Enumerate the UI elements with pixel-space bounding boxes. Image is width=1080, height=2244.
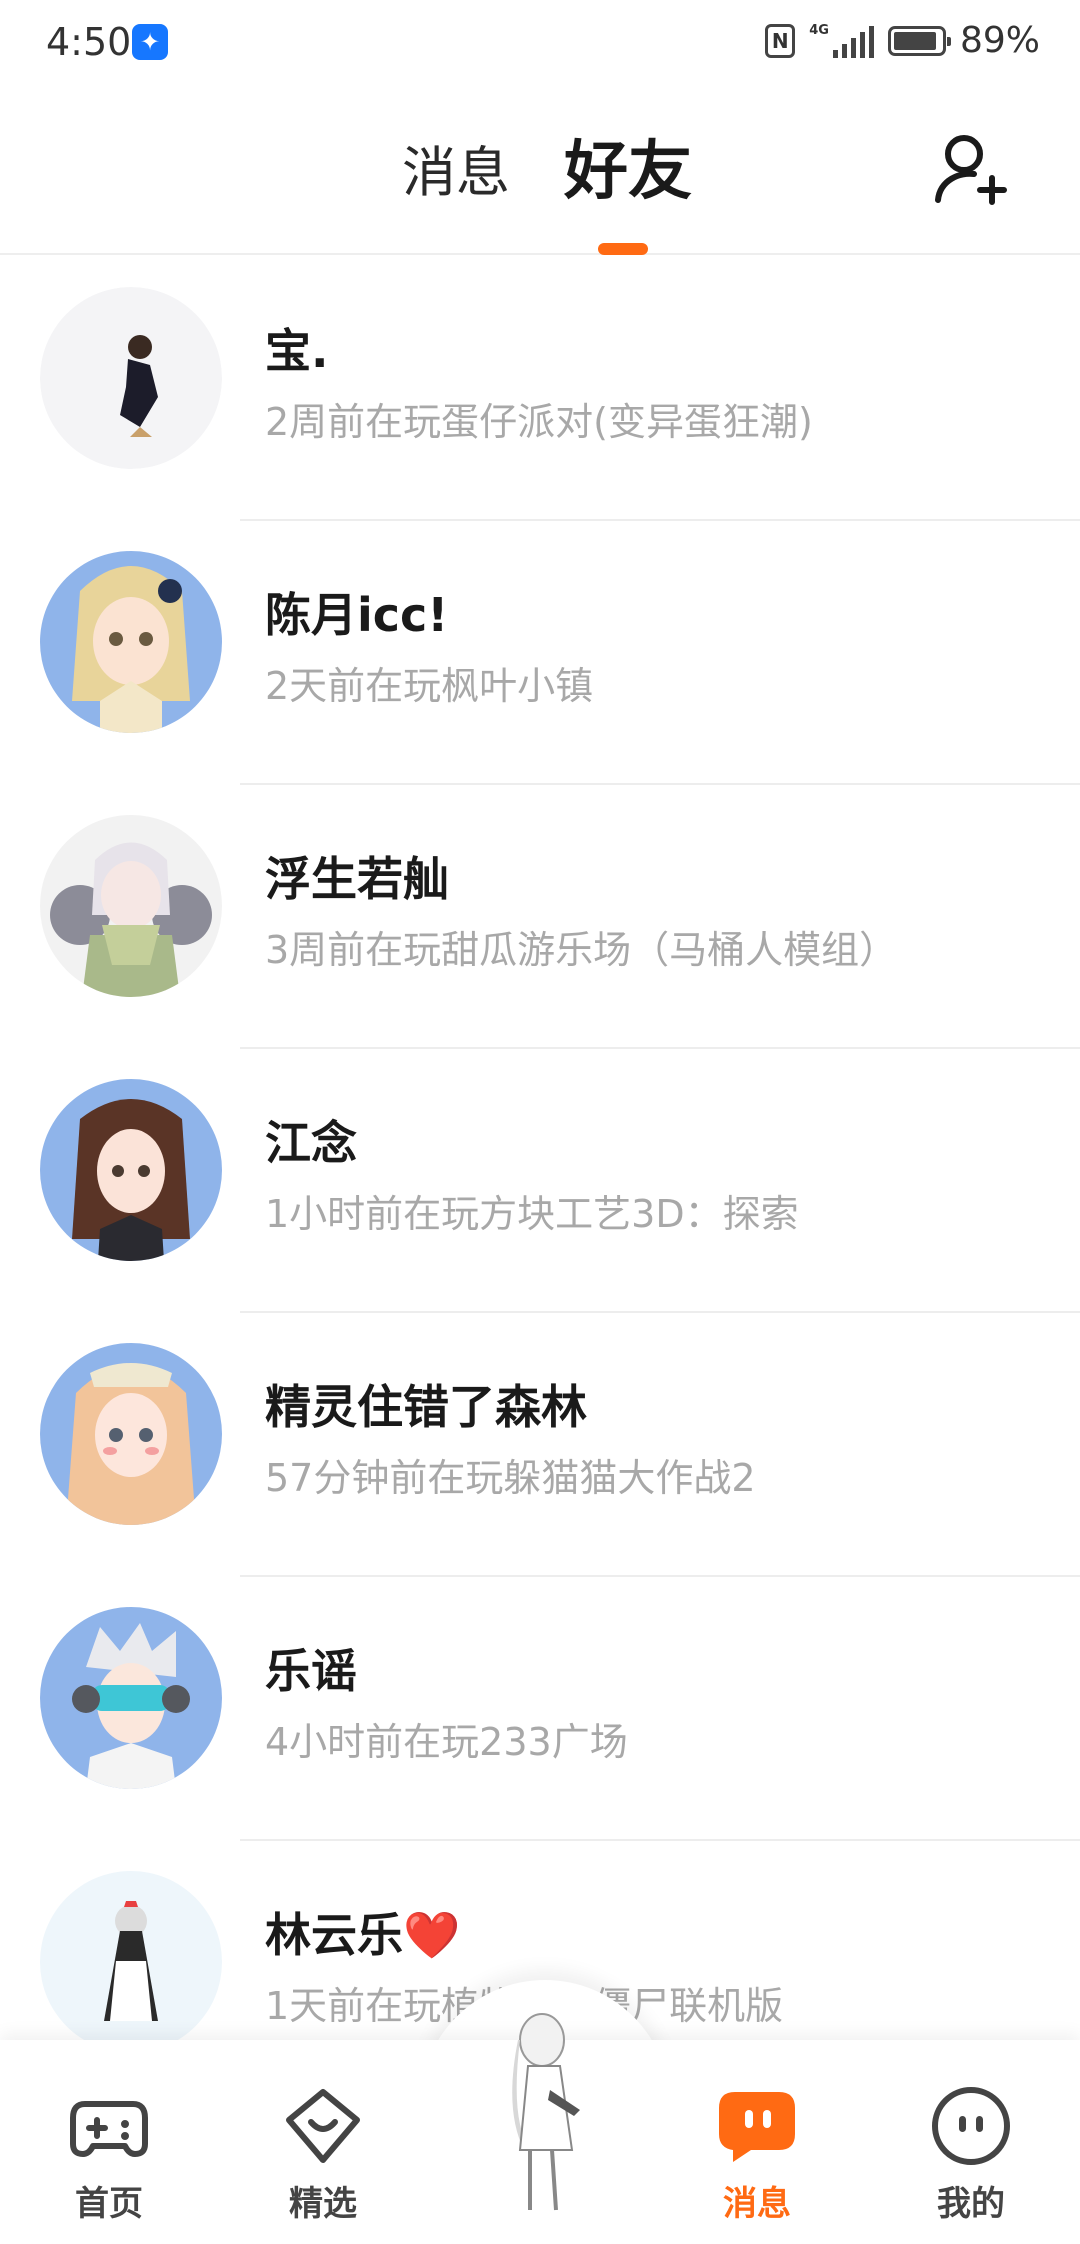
nav-home[interactable]: 首页 bbox=[44, 2084, 174, 2225]
tab-friends[interactable]: 好友 bbox=[564, 120, 692, 212]
active-tab-indicator bbox=[598, 243, 648, 255]
avatar[interactable] bbox=[40, 1343, 222, 1525]
friend-activity: 57分钟前在玩躲猫猫大作战2 bbox=[265, 1456, 756, 1500]
add-user-icon[interactable] bbox=[930, 130, 1010, 210]
nav-home-label: 首页 bbox=[75, 2184, 143, 2224]
friend-name: 精灵住错了森林 bbox=[265, 1380, 587, 1434]
friend-row[interactable]: 宝. 2周前在玩蛋仔派对(变异蛋狂潮) bbox=[0, 257, 1080, 521]
friend-row[interactable]: 陈月icc! 2天前在玩枫叶小镇 bbox=[0, 521, 1080, 785]
friend-name: 宝. bbox=[265, 324, 329, 378]
status-icons: N 4G 89% bbox=[765, 20, 1040, 61]
friend-activity: 2天前在玩枫叶小镇 bbox=[265, 664, 594, 708]
face-icon bbox=[932, 2087, 1010, 2165]
nav-messages[interactable]: 消息 bbox=[692, 2084, 822, 2225]
friend-row[interactable]: 浮生若舢 3周前在玩甜瓜游乐场（马桶人模组） bbox=[0, 785, 1080, 1049]
nfc-icon: N bbox=[765, 23, 796, 58]
friend-name: 乐谣 bbox=[265, 1644, 357, 1698]
battery-percent: 89% bbox=[959, 20, 1040, 61]
message-icon bbox=[719, 2092, 795, 2162]
status-bar: 4:50 ✦ N 4G 89% bbox=[0, 0, 1080, 90]
avatar[interactable] bbox=[40, 1607, 222, 1789]
friend-activity: 1小时前在玩方块工艺3D：探索 bbox=[265, 1192, 799, 1236]
friend-row[interactable]: 乐谣 4小时前在玩233广场 bbox=[0, 1577, 1080, 1841]
heart-emoji: ❤️ bbox=[403, 1908, 461, 1962]
friend-name: 林云乐❤️ bbox=[265, 1908, 461, 1962]
avatar[interactable] bbox=[40, 1871, 222, 2053]
heart-badge-icon bbox=[286, 2089, 360, 2163]
avatar-figure-icon[interactable] bbox=[490, 2000, 600, 2230]
avatar[interactable] bbox=[40, 551, 222, 733]
friend-list: 宝. 2周前在玩蛋仔派对(变异蛋狂潮) 陈月icc! 2天前在玩枫叶小镇 浮生若… bbox=[0, 257, 1080, 2105]
avatar[interactable] bbox=[40, 815, 222, 997]
friend-activity: 4小时前在玩233广场 bbox=[265, 1720, 628, 1764]
friend-row[interactable]: 精灵住错了森林 57分钟前在玩躲猫猫大作战2 bbox=[0, 1313, 1080, 1577]
friend-activity: 2周前在玩蛋仔派对(变异蛋狂潮) bbox=[265, 400, 813, 444]
friend-name: 江念 bbox=[265, 1116, 357, 1170]
notification-app-icon: ✦ bbox=[132, 24, 168, 60]
nav-featured[interactable]: 精选 bbox=[258, 2084, 388, 2225]
header: 消息 好友 bbox=[0, 90, 1080, 255]
nav-profile-label: 我的 bbox=[937, 2184, 1005, 2224]
friend-name: 陈月icc! bbox=[265, 588, 449, 642]
friend-name: 浮生若舢 bbox=[265, 852, 449, 906]
gamepad-icon bbox=[70, 2101, 148, 2157]
avatar[interactable] bbox=[40, 1079, 222, 1261]
tab-messages[interactable]: 消息 bbox=[402, 128, 510, 207]
friends-screen: 4:50 ✦ N 4G 89% 消息 好友 宝. 2周前在玩蛋仔派对(变异蛋狂潮… bbox=[0, 0, 1080, 2244]
nav-featured-label: 精选 bbox=[289, 2184, 357, 2224]
status-time: 4:50 bbox=[46, 20, 132, 64]
avatar[interactable] bbox=[40, 287, 222, 469]
signal-icon: 4G bbox=[809, 23, 874, 58]
friend-row[interactable]: 江念 1小时前在玩方块工艺3D：探索 bbox=[0, 1049, 1080, 1313]
nav-profile[interactable]: 我的 bbox=[906, 2084, 1036, 2225]
nav-messages-label: 消息 bbox=[723, 2184, 791, 2224]
battery-icon bbox=[887, 25, 951, 56]
friend-activity: 3周前在玩甜瓜游乐场（马桶人模组） bbox=[265, 928, 898, 972]
